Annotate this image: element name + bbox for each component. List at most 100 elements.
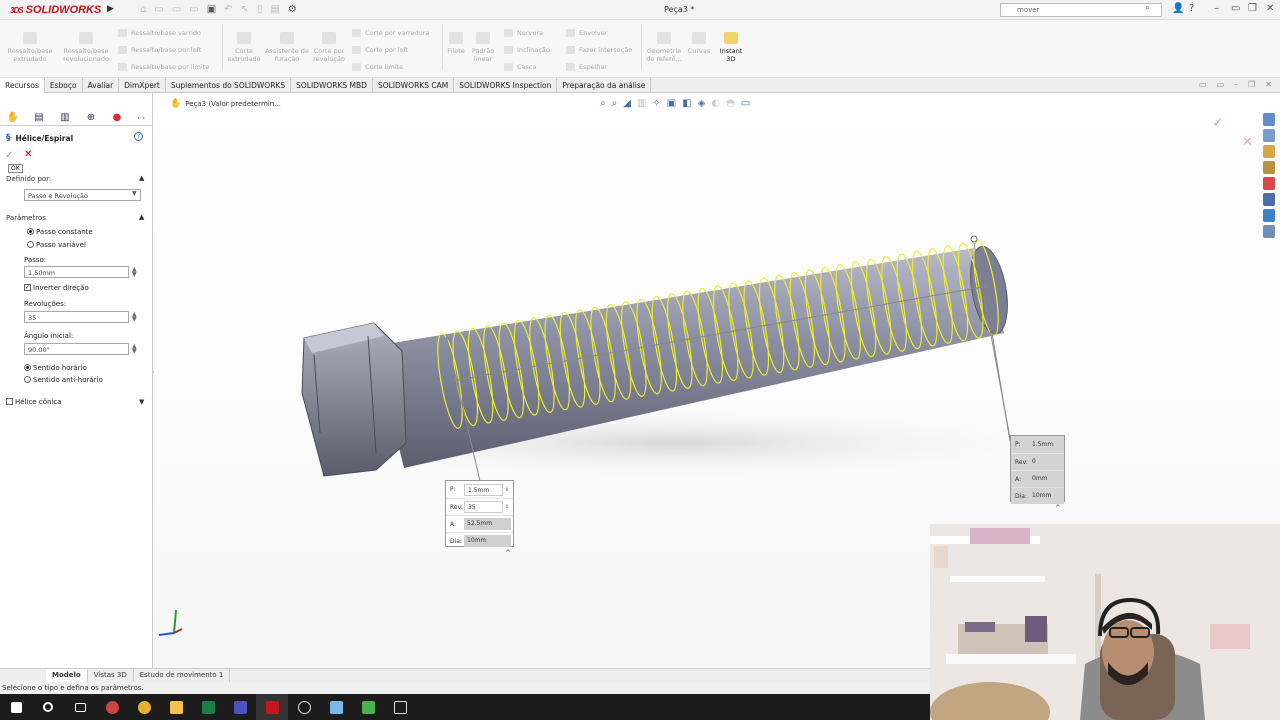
tab-3d-views[interactable]: Vistas 3D xyxy=(88,669,134,682)
file-explorer-icon[interactable] xyxy=(1263,145,1275,158)
tab-model[interactable]: Modelo xyxy=(46,669,88,682)
app-icon-3[interactable] xyxy=(384,694,416,720)
tab-cam[interactable]: SOLIDWORKS CAM xyxy=(373,78,455,93)
solidworks-logo[interactable]: 3DS SOLIDWORKS xyxy=(10,3,101,17)
app-icon-2[interactable] xyxy=(320,694,352,720)
search-input[interactable]: mover xyxy=(1000,3,1162,17)
draft-button[interactable]: Inclinação xyxy=(504,46,550,54)
doc-restore-icon[interactable]: ❐ xyxy=(1248,80,1255,92)
collapse-icon[interactable]: ▲ xyxy=(139,174,144,182)
shell-button[interactable]: Casca xyxy=(504,63,536,71)
cancel-button[interactable]: ✕ xyxy=(24,149,32,160)
undo-icon[interactable]: ↶ xyxy=(224,4,232,16)
teams-icon[interactable] xyxy=(224,694,256,720)
tab-inspection[interactable]: SOLIDWORKS Inspection xyxy=(454,78,558,93)
linear-pattern-button[interactable]: Padrão linear xyxy=(468,32,498,63)
forum-icon[interactable] xyxy=(1263,209,1275,222)
notepad-icon[interactable] xyxy=(352,694,384,720)
tab-suplementos[interactable]: Suplementos do SOLIDWORKS xyxy=(166,78,292,93)
toolbox-icon[interactable] xyxy=(1263,225,1275,238)
revolved-boss-button[interactable]: Ressalto/base revolucionado xyxy=(58,32,114,63)
tab-dimxpert[interactable]: DimXpert xyxy=(119,78,166,93)
dimxpert-manager-tab[interactable]: ⊕ xyxy=(78,109,104,126)
swept-cut-button[interactable]: Corte por varredura xyxy=(352,29,429,37)
new-icon[interactable]: ▭ xyxy=(154,4,163,16)
feature-manager-tab[interactable]: ✋ xyxy=(0,109,26,126)
print-icon[interactable]: ▣ xyxy=(207,4,216,16)
search-taskbar-icon[interactable] xyxy=(32,694,64,720)
clockwise-radio[interactable]: Sentido horário xyxy=(24,363,87,372)
options-gear-icon[interactable]: ⚙ xyxy=(288,4,297,16)
callout-spinner[interactable]: ⇕ xyxy=(505,487,513,493)
display-manager-tab[interactable]: ● xyxy=(104,109,130,126)
mirror-button[interactable]: Espelhar xyxy=(566,63,607,71)
ok-button[interactable]: ✓ xyxy=(5,150,13,161)
tab-mbd[interactable]: SOLIDWORKS MBD xyxy=(291,78,373,93)
save-icon[interactable]: ▭ xyxy=(189,4,198,16)
helix-callout-main[interactable]: P: 1.5mm ⇕ Rev: 35 ⇕ A: 52.5mm Dia: 10mm xyxy=(445,480,514,547)
window-icon[interactable]: ▭ xyxy=(1217,80,1225,92)
pitch-field[interactable]: 1.50mm xyxy=(24,266,129,278)
lofted-cut-button[interactable]: Corte por loft xyxy=(352,46,408,54)
menu-expand-icon[interactable]: ▶ xyxy=(107,4,114,14)
restore-icon[interactable]: ▭ xyxy=(1231,3,1240,14)
search-icon[interactable]: ⌕ xyxy=(1145,3,1150,13)
chrome-icon[interactable] xyxy=(128,694,160,720)
pitch-spinner[interactable]: ▲ ▼ xyxy=(132,267,137,278)
revolutions-field[interactable]: 35 xyxy=(24,311,129,323)
intersect-button[interactable]: Fazer interseção xyxy=(566,46,632,54)
minimize-icon[interactable]: – xyxy=(1214,3,1219,14)
task-view-icon[interactable] xyxy=(64,694,96,720)
resources-icon[interactable] xyxy=(1263,113,1275,126)
close-icon[interactable]: ✕ xyxy=(1266,3,1274,14)
boundary-cut-button[interactable]: Corte limite xyxy=(352,63,403,71)
revolutions-spinner[interactable]: ▲ ▼ xyxy=(132,312,137,323)
windows-start-icon[interactable] xyxy=(0,694,32,720)
callout-revolutions-field[interactable]: 35 xyxy=(464,501,503,513)
tapered-helix-checkbox[interactable]: Hélice cônica xyxy=(6,397,62,406)
help-icon[interactable]: ? xyxy=(1189,3,1194,14)
tab-recursos[interactable]: Recursos xyxy=(0,78,45,93)
swept-boss-button[interactable]: Ressalto/base varrido xyxy=(118,29,201,37)
select-icon[interactable]: ↖ xyxy=(241,4,249,16)
help-icon[interactable]: ? xyxy=(134,132,143,141)
extruded-boss-button[interactable]: Ressalto/base extrudado xyxy=(4,32,56,63)
defined-by-select[interactable]: Passo e Revolução xyxy=(24,189,141,201)
hole-wizard-button[interactable]: Assistente de furação xyxy=(265,32,309,63)
instant-3d-button[interactable]: Instant 3D xyxy=(715,32,747,63)
start-angle-field[interactable]: 90.00° xyxy=(24,343,129,355)
callout-collapse-icon[interactable]: ^ xyxy=(505,549,511,557)
callout-spinner[interactable]: ⇕ xyxy=(505,504,513,510)
home-icon[interactable]: ⌂ xyxy=(140,4,146,16)
tab-analysis-prep[interactable]: Preparação da análise xyxy=(557,78,652,93)
helix-callout-end[interactable]: P: 1.5mm Rev: 0 A: 0mm Dia: 10mm xyxy=(1010,435,1065,504)
rib-button[interactable]: Nervura xyxy=(504,29,543,37)
reverse-direction-checkbox[interactable]: ✓ Inverter direção xyxy=(24,283,89,292)
tab-motion-study[interactable]: Estudo de movimento 1 xyxy=(134,669,231,682)
clock-app-icon[interactable] xyxy=(288,694,320,720)
wrap-button[interactable]: Envolver xyxy=(566,29,607,37)
open-icon[interactable]: ▭ xyxy=(172,4,181,16)
curves-button[interactable]: Curvas xyxy=(685,32,713,55)
counterclockwise-radio[interactable]: Sentido anti-horário xyxy=(24,375,103,384)
restore-down-icon[interactable]: ❐ xyxy=(1248,3,1257,14)
tab-avaliar[interactable]: Avaliar xyxy=(83,78,120,93)
doc-close-icon[interactable]: ✕ xyxy=(1265,80,1272,92)
callout-pitch-field[interactable]: 1.5mm xyxy=(464,483,503,496)
lofted-boss-button[interactable]: Ressalto/base por loft xyxy=(118,46,201,54)
start-angle-spinner[interactable]: ▲ ▼ xyxy=(132,344,137,355)
file-properties-icon[interactable]: ▤ xyxy=(270,4,279,16)
custom-properties-icon[interactable] xyxy=(1263,193,1275,206)
appearances-icon[interactable] xyxy=(1263,177,1275,190)
tile-icon[interactable]: ▭ xyxy=(1199,80,1207,92)
callout-collapse-icon[interactable]: ^ xyxy=(1055,504,1061,512)
collapse-icon[interactable]: ▲ xyxy=(139,213,144,221)
solidworks-taskbar-icon[interactable] xyxy=(256,694,288,720)
extruded-cut-button[interactable]: Corte extrudado xyxy=(224,32,264,63)
doc-minimize-icon[interactable]: – xyxy=(1234,80,1238,92)
constant-pitch-radio[interactable]: Passo constante xyxy=(27,227,93,236)
boundary-boss-button[interactable]: Ressalto/base por limite xyxy=(118,63,209,71)
fillet-button[interactable]: Filete xyxy=(444,32,468,55)
file-explorer-taskbar-icon[interactable] xyxy=(160,694,192,720)
expand-icon[interactable]: ▼ xyxy=(139,398,144,406)
